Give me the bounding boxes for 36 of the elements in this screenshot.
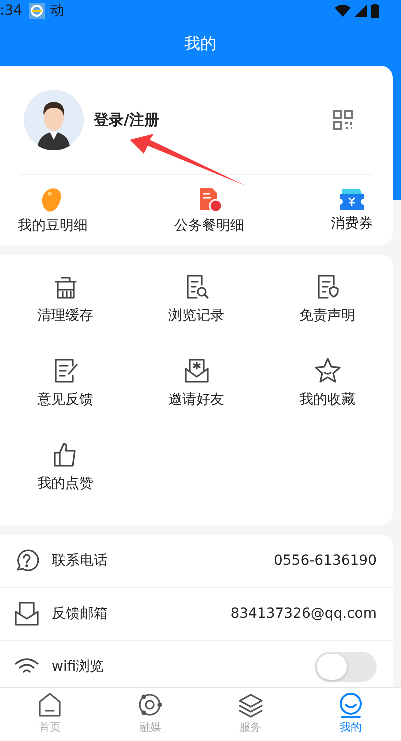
tool-button[interactable]: 意见反馈	[0, 357, 131, 441]
status-time: :34	[0, 3, 23, 19]
page-title: 我的	[184, 34, 216, 54]
nav-tab[interactable]: 我的	[300, 688, 401, 741]
cell-signal-icon	[355, 5, 367, 17]
shortcut-button[interactable]: 我的豆明细	[18, 187, 88, 235]
battery-icon	[371, 4, 379, 18]
inbox-icon	[14, 601, 40, 627]
tool-button[interactable]: 我的点赞	[0, 441, 131, 525]
star-icon	[314, 357, 342, 385]
row-label: wifi浏览	[52, 658, 104, 676]
coupon-icon	[339, 187, 365, 211]
home-icon	[37, 692, 64, 718]
wifi-toggle[interactable]	[315, 652, 377, 682]
app-notification-icon	[28, 3, 45, 19]
row-value: 834137326@qq.com	[230, 606, 377, 622]
tool-button[interactable]: 邀请好友	[131, 357, 262, 441]
layers-icon	[238, 692, 264, 718]
shortcut-button[interactable]: 消费券	[331, 187, 373, 235]
help-icon	[14, 548, 40, 574]
row-label: 联系电话	[52, 552, 108, 570]
tool-button[interactable]: 浏览记录	[131, 273, 262, 357]
envelope-icon	[182, 357, 210, 385]
notification-text: 动	[50, 2, 65, 20]
wifi-signal-icon	[335, 5, 351, 17]
row-value: 0556-6136190	[274, 553, 377, 569]
qr-code-icon[interactable]	[333, 110, 353, 130]
smile-icon	[338, 692, 364, 718]
orbit-icon	[137, 692, 164, 718]
tool-button[interactable]: 免责声明	[262, 273, 393, 357]
login-register-link[interactable]: 登录/注册	[94, 110, 160, 130]
tool-button[interactable]: 清理缓存	[0, 273, 131, 357]
tool-button[interactable]: 我的收藏	[262, 357, 393, 441]
row-label: 反馈邮箱	[52, 605, 108, 623]
avatar-icon	[24, 90, 84, 150]
shortcut-button[interactable]: 公务餐明细	[174, 187, 244, 235]
